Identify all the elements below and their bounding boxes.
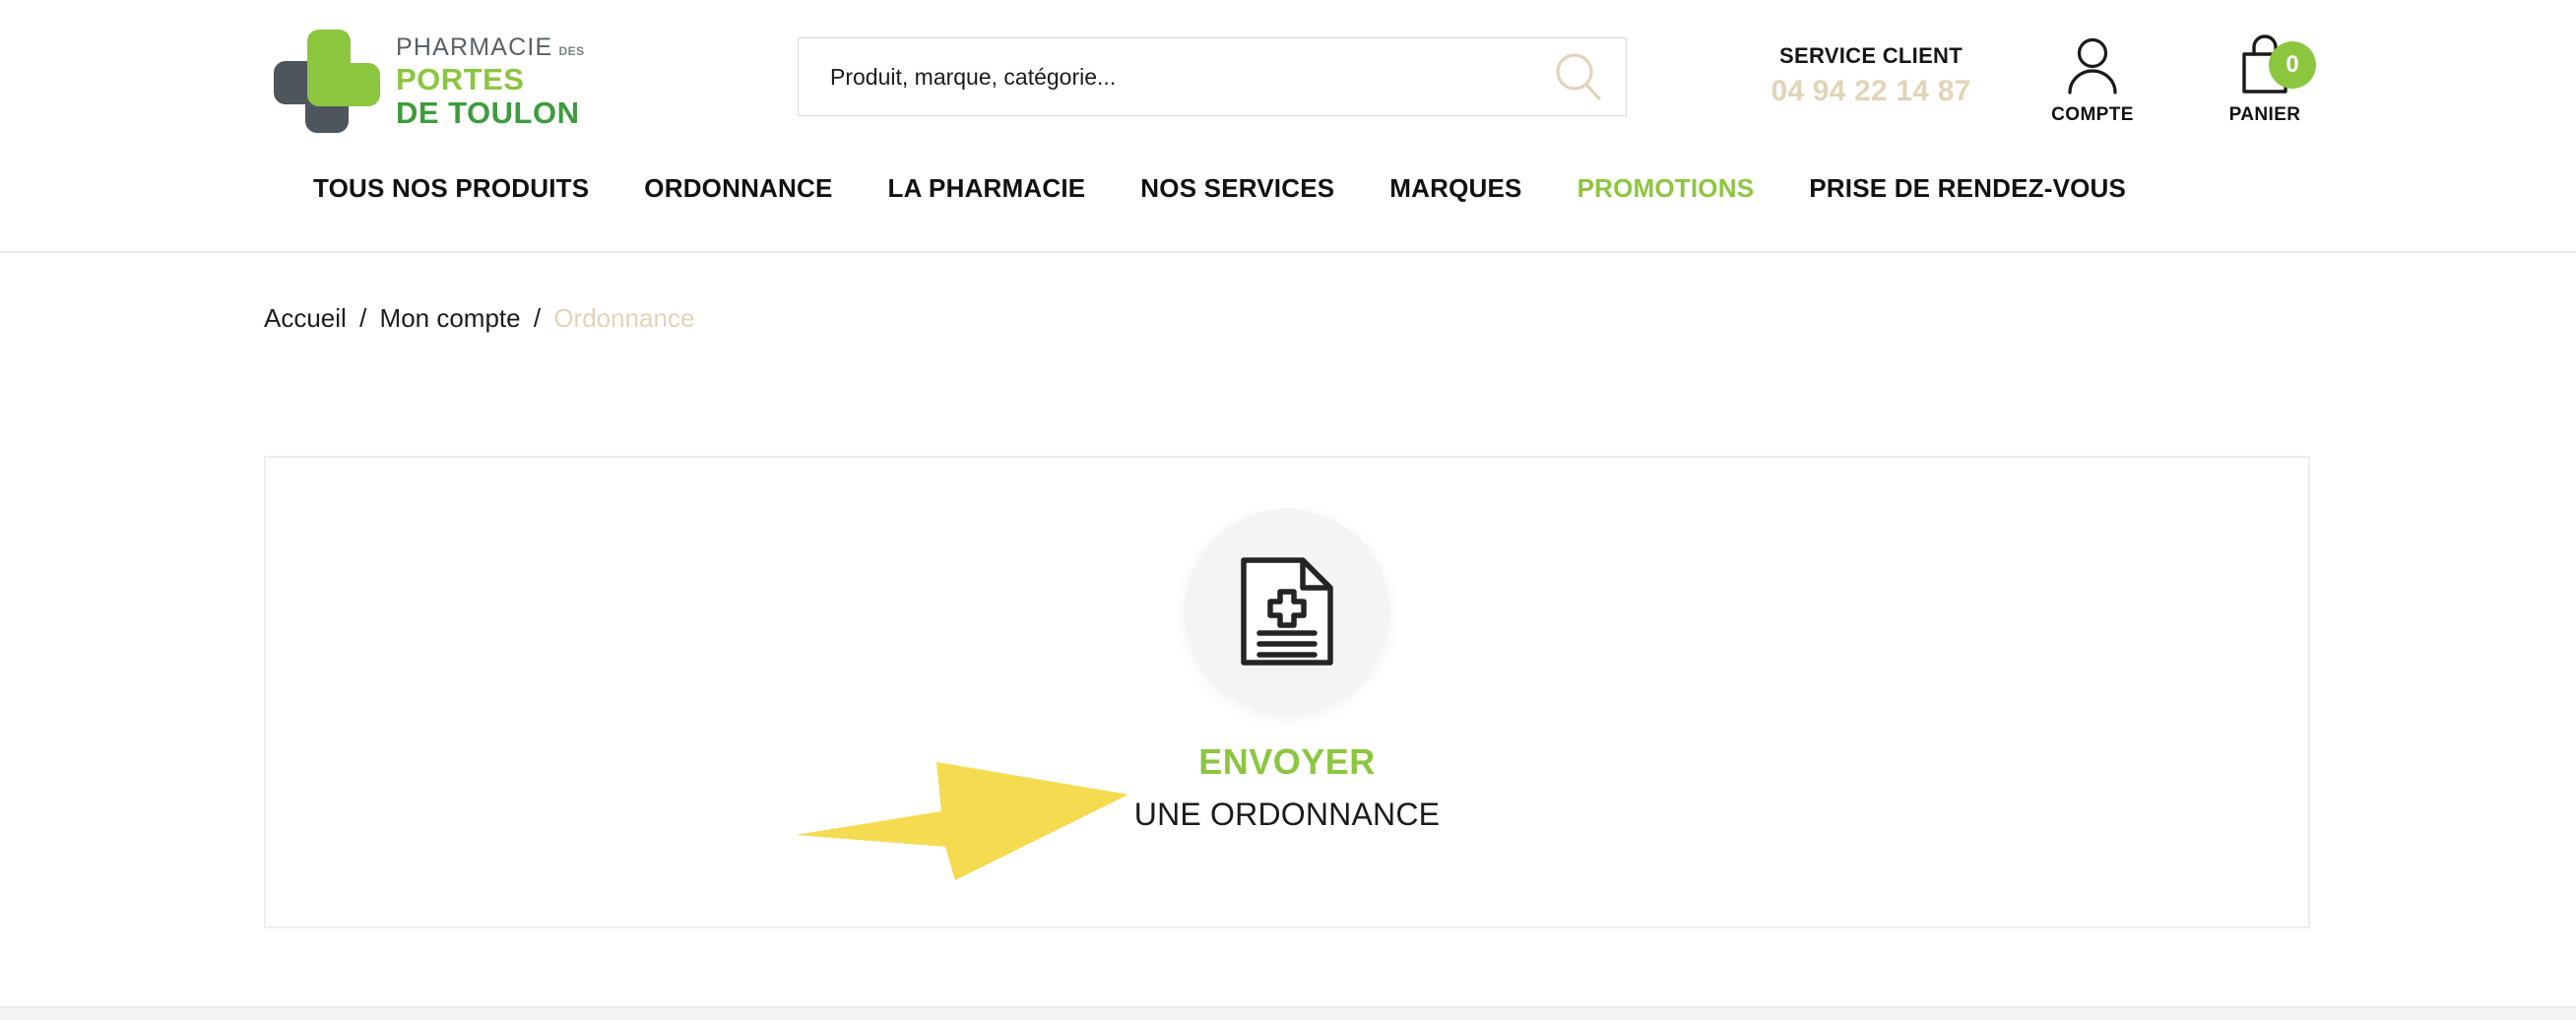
nav-item-prise-de-rendez-vous[interactable]: PRISE DE RENDEZ-VOUS [1809, 173, 2126, 204]
logo-line-1: PHARMACIE [396, 32, 553, 61]
cart-icon-slot: 0 [2206, 32, 2324, 98]
pharmacy-cross-logo-icon [274, 30, 380, 133]
prescription-document-icon [1241, 557, 1333, 666]
cart-link[interactable]: 0 PANIER [2206, 32, 2324, 126]
customer-service-label: SERVICE CLIENT [1779, 43, 1963, 68]
search-bar[interactable] [798, 37, 1627, 116]
header-divider [0, 251, 2576, 253]
breadcrumb-account[interactable]: Mon compte [380, 303, 521, 333]
nav-item-tous-nos-produits[interactable]: TOUS NOS PRODUITS [313, 173, 589, 204]
prescription-card: ENVOYER UNE ORDONNANCE [264, 456, 2310, 928]
breadcrumb-current: Ordonnance [553, 303, 695, 333]
logo-line-1-suffix: DES [558, 43, 585, 58]
send-prescription-subtitle: UNE ORDONNANCE [1133, 797, 1441, 832]
user-icon [2068, 37, 2117, 95]
search-input[interactable] [799, 63, 1531, 91]
prescription-card-inner: ENVOYER UNE ORDONNANCE [266, 458, 2308, 926]
site-header: PHARMACIE DES PORTES DE TOULON SERVICE C… [0, 0, 2576, 154]
cart-count-badge: 0 [2269, 41, 2316, 89]
breadcrumb-home[interactable]: Accueil [264, 303, 347, 333]
account-label: COMPTE [2051, 104, 2134, 125]
cart-label: PANIER [2228, 104, 2301, 125]
page-root: PHARMACIE DES PORTES DE TOULON SERVICE C… [0, 0, 2576, 1020]
breadcrumb-separator-2: / [533, 303, 542, 333]
breadcrumb: Accueil / Mon compte / Ordonnance [264, 303, 694, 334]
nav-item-marques[interactable]: MARQUES [1389, 173, 1521, 204]
main-navigation: TOUS NOS PRODUITS ORDONNANCE LA PHARMACI… [0, 173, 2576, 252]
logo-line-2: PORTES [396, 61, 525, 96]
nav-item-promotions[interactable]: PROMOTIONS [1578, 173, 1755, 204]
account-link[interactable]: COMPTE [2033, 32, 2152, 126]
nav-item-nos-services[interactable]: NOS SERVICES [1140, 173, 1334, 204]
nav-item-la-pharmacie[interactable]: LA PHARMACIE [888, 173, 1086, 204]
customer-service-block: SERVICE CLIENT 04 94 22 14 87 [1704, 43, 2038, 108]
customer-service-phone[interactable]: 04 94 22 14 87 [1704, 75, 2038, 108]
breadcrumb-separator-1: / [359, 303, 367, 333]
search-button[interactable] [1531, 38, 1626, 115]
send-prescription-button[interactable]: ENVOYER UNE ORDONNANCE [1061, 509, 1513, 833]
logo-line-3: DE TOULON [396, 95, 580, 130]
logo-wordmark: PHARMACIE DES PORTES DE TOULON [396, 32, 585, 130]
account-icon-slot [2033, 32, 2152, 98]
site-logo[interactable]: PHARMACIE DES PORTES DE TOULON [274, 30, 585, 133]
prescription-icon-circle [1185, 509, 1389, 714]
search-icon [1556, 53, 1601, 100]
footer-band [0, 1006, 2576, 1020]
send-prescription-title: ENVOYER [1198, 741, 1376, 782]
nav-item-ordonnance[interactable]: ORDONNANCE [644, 173, 832, 204]
